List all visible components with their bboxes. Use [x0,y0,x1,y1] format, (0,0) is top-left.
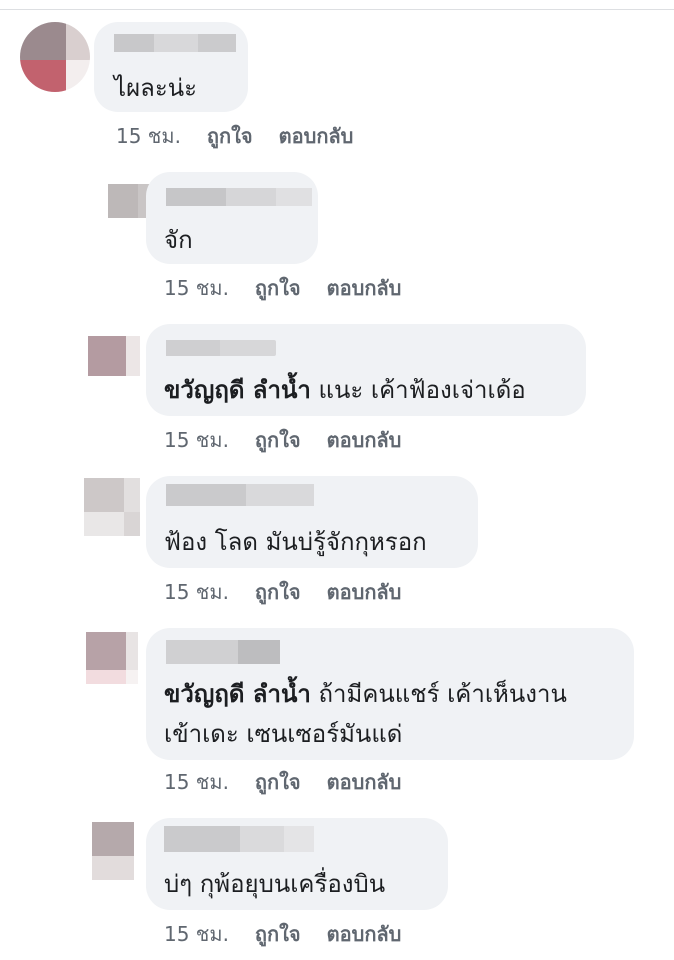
comment-text: บ่ๆ กุพ้อยุบนเครื่องบิน [164,870,386,898]
comment-text: ฟ้อง โลด มันบ่รู้จักกุหรอก [164,528,427,556]
comment-body: ถ้ามีคนแชร์ เค้าเห็นงาน [318,680,567,708]
comment-bubble: ขวัญฤดี ลำน้ำ ถ้ามีคนแชร์ เค้าเห็นงาน เข… [146,628,634,760]
commenter-name[interactable] [114,34,236,52]
comment-text: ขวัญฤดี ลำน้ำ ถ้ามีคนแชร์ เค้าเห็นงาน [164,674,567,714]
commenter-name[interactable] [166,340,276,356]
mention-tag[interactable]: ขวัญฤดี ลำน้ำ [164,680,311,708]
like-button[interactable]: ถูกใจ [255,766,301,798]
comment-text: ขวัญฤดี ลำน้ำ แนะ เค้าฟ้องเจ่าเด้อ [164,370,526,410]
commenter-name[interactable] [166,640,280,664]
avatar[interactable] [84,478,140,536]
reply-button[interactable]: ตอบกลับ [279,120,354,152]
comment-time[interactable]: 15 ชม. [164,272,229,304]
commenter-name[interactable] [164,826,314,852]
comment-actions: 15 ชม. ถูกใจ ตอบกลับ [164,424,401,456]
like-button[interactable]: ถูกใจ [207,120,253,152]
comment-time[interactable]: 15 ชม. [116,120,181,152]
comment-body: แนะ เค้าฟ้องเจ่าเด้อ [318,376,526,404]
comment-time[interactable]: 15 ชม. [164,424,229,456]
avatar[interactable] [92,822,134,880]
comment-text-line2: เข้าเดะ เซนเซอร์มันแด่ [164,720,403,748]
comment-time[interactable]: 15 ชม. [164,766,229,798]
comment-actions: 15 ชม. ถูกใจ ตอบกลับ [164,576,401,608]
comment-bubble: ขวัญฤดี ลำน้ำ แนะ เค้าฟ้องเจ่าเด้อ [146,324,586,416]
comment-actions: 15 ชม. ถูกใจ ตอบกลับ [164,272,401,304]
like-button[interactable]: ถูกใจ [255,424,301,456]
comment-actions: 15 ชม. ถูกใจ ตอบกลับ [116,120,353,152]
avatar[interactable] [88,336,140,376]
commenter-name[interactable] [166,484,314,506]
commenter-name[interactable] [166,188,312,206]
avatar[interactable] [86,632,138,684]
comment-actions: 15 ชม. ถูกใจ ตอบกลับ [164,918,401,950]
avatar[interactable] [20,22,90,92]
comment-time[interactable]: 15 ชม. [164,576,229,608]
comment-actions: 15 ชม. ถูกใจ ตอบกลับ [164,766,401,798]
comment-time[interactable]: 15 ชม. [164,918,229,950]
reply-button[interactable]: ตอบกลับ [327,766,402,798]
like-button[interactable]: ถูกใจ [255,272,301,304]
like-button[interactable]: ถูกใจ [255,918,301,950]
reply-button[interactable]: ตอบกลับ [327,424,402,456]
reply-button[interactable]: ตอบกลับ [327,272,402,304]
comment-bubble: ฟ้อง โลด มันบ่รู้จักกุหรอก [146,476,478,568]
comment-text: ไผละน่ะ [114,74,198,102]
top-divider [0,9,674,10]
comment-bubble: ไผละน่ะ [94,22,248,112]
mention-tag[interactable]: ขวัญฤดี ลำน้ำ [164,376,311,404]
comment-bubble: บ่ๆ กุพ้อยุบนเครื่องบิน [146,818,448,910]
comment-bubble: จัก [146,172,318,264]
reply-button[interactable]: ตอบกลับ [327,918,402,950]
like-button[interactable]: ถูกใจ [255,576,301,608]
reply-button[interactable]: ตอบกลับ [327,576,402,608]
comment-text: จัก [164,226,193,254]
